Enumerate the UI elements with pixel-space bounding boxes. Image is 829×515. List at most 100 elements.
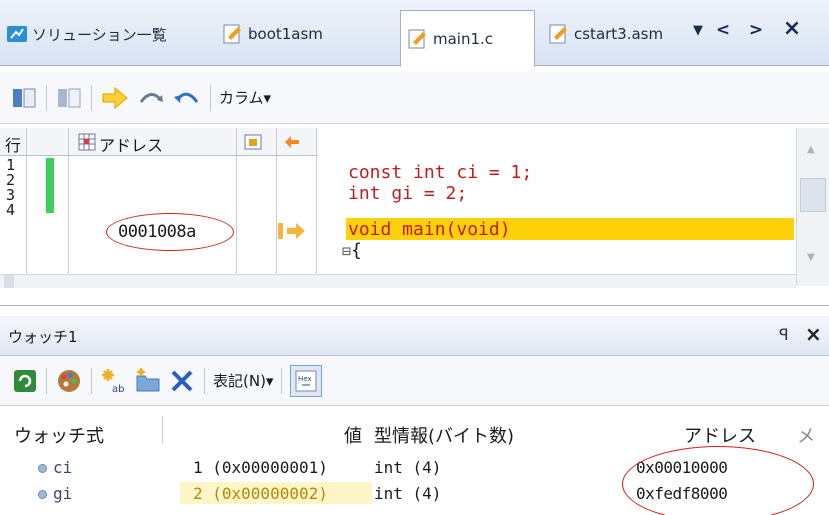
column-divider <box>236 128 237 276</box>
tab-boot1asm[interactable]: boot1asm <box>222 10 382 58</box>
notation-menu-button[interactable]: 表記(N)▾ <box>213 366 273 396</box>
step-over-icon <box>139 92 163 103</box>
code-line: ⊟{ <box>342 241 362 261</box>
scrollbar-thumb[interactable] <box>4 275 14 288</box>
add-watch-icon: ab <box>102 368 124 395</box>
scroll-down-icon[interactable]: ▼ <box>807 252 815 263</box>
watch-type: int (4) <box>374 458 442 477</box>
refresh-button[interactable] <box>12 366 38 396</box>
tab-main1c[interactable]: main1.c <box>400 10 535 67</box>
delete-icon <box>171 370 193 391</box>
refresh-icon <box>14 369 36 392</box>
step-over-button[interactable] <box>136 83 166 113</box>
tab-label: boot1asm <box>248 25 323 43</box>
variable-icon <box>38 464 47 473</box>
line-number-icon <box>13 88 36 107</box>
svg-text:Hex: Hex <box>298 375 312 383</box>
hex-icon: Hex <box>295 370 317 391</box>
svg-text:ab: ab <box>112 384 124 395</box>
pin-icon[interactable]: ꟼ <box>779 325 789 344</box>
solution-list-icon <box>7 26 27 42</box>
watch-type: int (4) <box>374 484 442 503</box>
column-divider <box>316 128 317 276</box>
address-column-header[interactable]: アドレス <box>99 132 163 156</box>
annotation-circle <box>106 213 234 251</box>
palette-icon <box>58 369 80 392</box>
code-line-text: { <box>351 240 362 261</box>
col-header-expr[interactable]: ウォッチ式 <box>14 422 104 448</box>
pc-arrow-icon <box>278 223 305 239</box>
event-icon <box>244 134 262 150</box>
editor-column-header: 行 アドレス <box>0 128 318 156</box>
toolbar-separator <box>46 84 47 111</box>
watch-grid: ウォッチ式 値 型情報(バイト数) アドレス メ ci 1 (0x0000000… <box>0 410 829 515</box>
watch-panel-title: ウォッチ1 <box>8 328 78 346</box>
editor-toolbar: カラム▾ <box>0 72 829 124</box>
current-pc-icon <box>285 136 299 148</box>
add-watch-button[interactable]: ab <box>100 366 128 396</box>
source-editor: 行 アドレス 1 2 3 4 0001008a const int ci = 1… <box>0 128 829 306</box>
close-panel-button[interactable]: × <box>805 322 822 346</box>
tab-cstart3asm[interactable]: cstart3.asm <box>548 10 684 58</box>
editor-vertical-scrollbar[interactable]: ▲ ▼ <box>796 128 829 286</box>
column-divider <box>26 128 27 276</box>
tab-close-button[interactable]: × <box>780 16 804 41</box>
code-line: const int ci = 1; <box>348 162 533 183</box>
toolbar-separator <box>46 367 47 394</box>
col-header-address[interactable]: アドレス <box>684 422 756 448</box>
code-line: int gi = 2; <box>348 183 468 204</box>
column-divider <box>162 416 163 444</box>
notation-menu-label: 表記(N)▾ <box>213 372 274 390</box>
watch-panel-titlebar: ウォッチ1 ꟼ × <box>0 316 829 356</box>
line-number: 4 <box>6 201 16 219</box>
col-header-type[interactable]: 型情報(バイト数) <box>374 422 514 448</box>
new-category-button[interactable] <box>134 366 162 396</box>
toolbar-separator <box>91 367 92 394</box>
toggle-line-numbers-button[interactable] <box>10 83 38 113</box>
tab-scroll-right-button[interactable]: > <box>744 20 768 40</box>
tab-label: main1.c <box>433 29 494 48</box>
hex-display-toggle[interactable]: Hex <box>290 364 323 397</box>
scroll-up-icon[interactable]: ▲ <box>807 144 815 155</box>
tab-scroll-left-button[interactable]: < <box>711 20 735 40</box>
fold-marker[interactable]: ⊟ <box>342 242 351 260</box>
modified-line-marker <box>46 158 54 213</box>
tab-label: cstart3.asm <box>574 25 664 43</box>
arrow-right-icon <box>102 86 128 109</box>
toolbar-separator <box>204 367 205 394</box>
line-column-header[interactable]: 行 <box>5 132 21 156</box>
toggle-address-button[interactable] <box>55 83 83 113</box>
watch-value[interactable]: 1 (0x00000001) <box>193 458 328 477</box>
scrollbar-thumb[interactable] <box>800 178 826 212</box>
go-to-pc-button[interactable] <box>100 83 130 113</box>
tab-list-dropdown-button[interactable]: ▼ <box>686 23 710 38</box>
watch-name-text: gi <box>53 484 73 503</box>
editor-horizontal-scrollbar[interactable] <box>0 274 796 288</box>
tab-solution-list[interactable]: ソリューション一覧 <box>6 10 209 58</box>
address-icon <box>58 88 81 107</box>
toolbar-separator <box>91 84 92 111</box>
watch-name: gi <box>38 484 72 503</box>
toolbar-separator <box>210 84 211 111</box>
toolbar-separator <box>281 367 283 394</box>
watch-value[interactable]: 2 (0x00000002) <box>193 484 328 503</box>
file-edit-icon <box>408 29 426 48</box>
color-settings-button[interactable] <box>55 366 83 396</box>
col-header-memo[interactable]: メ <box>797 422 815 448</box>
return-button[interactable] <box>172 83 202 113</box>
columns-menu-button[interactable]: カラム▾ <box>219 83 271 113</box>
grid-icon <box>78 133 96 151</box>
new-folder-icon <box>136 367 160 391</box>
delete-watch-button[interactable] <box>168 366 196 396</box>
column-divider <box>276 128 277 276</box>
return-icon <box>174 92 199 103</box>
file-edit-icon <box>549 24 567 44</box>
col-header-value[interactable]: 値 <box>344 422 362 448</box>
watch-name: ci <box>38 458 72 477</box>
document-tab-strip: ソリューション一覧 boot1asm main1.c cstart3.asm ▼… <box>0 0 829 67</box>
variable-icon <box>38 490 47 499</box>
code-line-current: void main(void) <box>348 219 511 240</box>
watch-toolbar: ab 表記(N)▾ Hex <box>0 356 829 406</box>
tab-label: ソリューション一覧 <box>32 25 167 44</box>
annotation-circle <box>622 446 814 515</box>
